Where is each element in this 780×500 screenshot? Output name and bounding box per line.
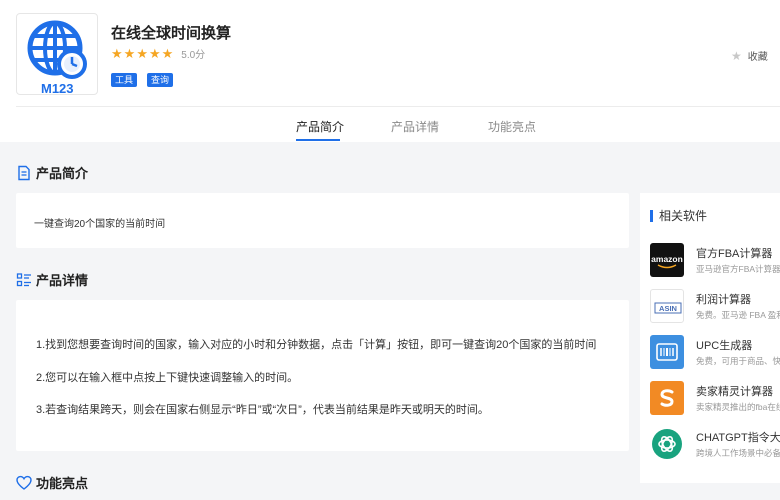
related-item-name: CHATGPT指令大全 bbox=[696, 432, 780, 444]
related-item-name: UPC生成器 bbox=[696, 340, 753, 352]
favorite-button[interactable]: ★ 收藏 bbox=[731, 48, 768, 64]
related-item-name: 官方FBA计算器 bbox=[696, 248, 773, 260]
related-item-name: 利润计算器 bbox=[696, 294, 751, 306]
asin-icon: ASIN bbox=[650, 289, 684, 323]
intro-text: 一键查询20个国家的当前时间 bbox=[34, 219, 166, 230]
document-icon bbox=[18, 165, 30, 180]
related-header: 相关软件 bbox=[650, 207, 707, 224]
highlights-heading: 功能亮点 bbox=[36, 476, 89, 491]
app-logo: M123 bbox=[16, 13, 98, 95]
tag-query[interactable]: 查询 bbox=[147, 73, 174, 87]
logo-text: M123 bbox=[41, 81, 74, 95]
detail-line: 3.若查询结果跨天，则会在国家右侧显示“昨日”或“次日”，代表当前结果是昨天或明… bbox=[36, 404, 489, 416]
star-outline-icon: ★ bbox=[731, 48, 742, 63]
intro-section-header: 产品简介 bbox=[16, 163, 88, 182]
details-heading: 产品详情 bbox=[36, 273, 89, 288]
amazon-icon: amazon bbox=[650, 243, 684, 277]
tab-bar: 产品简介 产品详情 功能亮点 bbox=[0, 107, 780, 142]
sellersprite-icon bbox=[650, 381, 684, 415]
app-title: 在线全球时间换算 bbox=[111, 25, 232, 42]
amazon-icon-text: amazon bbox=[651, 254, 683, 264]
detail-line: 2.您可以在输入框中点按上下键快速调整输入的时间。 bbox=[36, 372, 299, 384]
details-card: 1.找到您想要查询时间的国家，输入对应的小时和分钟数据，点击「计算」按钮，即可一… bbox=[16, 300, 629, 451]
tag-tool[interactable]: 工具 bbox=[111, 73, 138, 87]
active-tab-indicator bbox=[296, 139, 340, 141]
heart-icon bbox=[16, 475, 32, 490]
related-heading: 相关软件 bbox=[659, 209, 708, 223]
app-header: M123 在线全球时间换算 ★ ★ ★ ★ ★ 5.0分 工具 查询 ★ 收藏 … bbox=[0, 0, 780, 142]
tab-highlights[interactable]: 功能亮点 bbox=[488, 118, 536, 135]
intro-card: 一键查询20个国家的当前时间 bbox=[16, 193, 629, 248]
list-icon bbox=[16, 272, 31, 286]
related-item-desc: 跨境人工作场景中必备 bbox=[696, 448, 780, 458]
related-software-panel: 相关软件 amazon 官方FBA计算器 亚马逊官方FBA计算器 ASIN 利润… bbox=[640, 193, 780, 483]
related-item-fba-calculator[interactable]: amazon 官方FBA计算器 亚马逊官方FBA计算器 bbox=[650, 243, 780, 279]
related-item-profit-calculator[interactable]: ASIN 利润计算器 免费。亚马逊 FBA 盈利 bbox=[650, 289, 780, 325]
asin-icon-text: ASIN bbox=[659, 304, 677, 313]
details-section-header: 产品详情 bbox=[16, 270, 88, 289]
detail-line: 1.找到您想要查询时间的国家，输入对应的小时和分钟数据，点击「计算」按钮，即可一… bbox=[36, 339, 597, 351]
intro-heading: 产品简介 bbox=[36, 166, 89, 181]
star-icon: ★ bbox=[111, 45, 123, 61]
star-icon: ★ bbox=[148, 45, 161, 61]
tag-list: 工具 查询 bbox=[111, 73, 183, 87]
tab-intro[interactable]: 产品简介 bbox=[296, 118, 344, 135]
rating-score: 5.0分 bbox=[181, 50, 206, 61]
star-icon: ★ bbox=[123, 45, 136, 61]
barcode-icon bbox=[650, 335, 684, 369]
related-item-desc: 亚马逊官方FBA计算器 bbox=[696, 264, 780, 274]
related-item-desc: 卖家精灵推出的fba在线 bbox=[696, 402, 780, 412]
related-item-chatgpt-prompts[interactable]: CHATGPT指令大全 跨境人工作场景中必备 bbox=[650, 427, 780, 463]
related-item-upc-generator[interactable]: UPC生成器 免费，可用于商品、快... bbox=[650, 335, 780, 371]
related-item-name: 卖家精灵计算器 bbox=[696, 386, 773, 398]
rating: ★ ★ ★ ★ ★ 5.0分 bbox=[111, 46, 205, 61]
star-icon: ★ bbox=[161, 45, 174, 61]
related-item-sellersprite-calculator[interactable]: 卖家精灵计算器 卖家精灵推出的fba在线 bbox=[650, 381, 780, 417]
favorite-label: 收藏 bbox=[747, 52, 768, 63]
globe-clock-icon: M123 bbox=[27, 20, 87, 95]
star-icon: ★ bbox=[136, 45, 148, 61]
highlights-section-header: 功能亮点 bbox=[16, 473, 88, 492]
tab-details[interactable]: 产品详情 bbox=[391, 118, 439, 135]
chatgpt-icon bbox=[650, 427, 684, 461]
accent-bar bbox=[650, 209, 653, 222]
related-item-desc: 免费，可用于商品、快... bbox=[696, 356, 780, 366]
related-item-desc: 免费。亚马逊 FBA 盈利 bbox=[696, 310, 780, 320]
